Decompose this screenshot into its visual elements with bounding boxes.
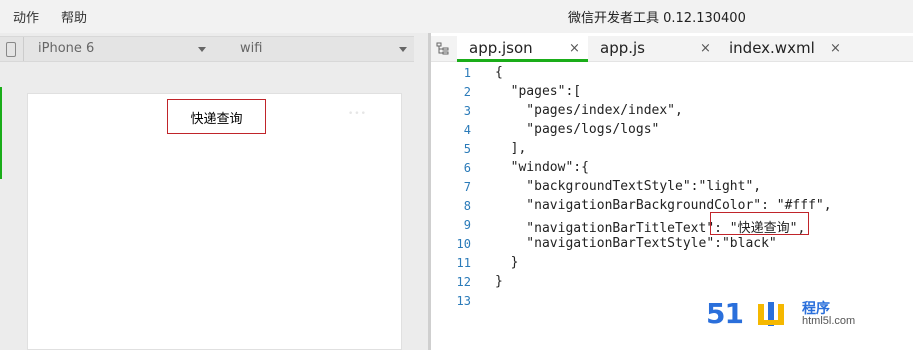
code-line: 2 "pages":[	[431, 84, 913, 103]
line-text: "pages/index/index",	[495, 103, 683, 118]
code-line: 9 "navigationBarTitleText": "快递查询",	[431, 217, 913, 236]
line-text: }	[495, 274, 503, 289]
line-text: "pages/logs/logs"	[495, 122, 660, 137]
logo-51: 51	[706, 297, 744, 330]
file-tree-icon[interactable]	[436, 42, 450, 56]
simulator-toolbar: iPhone 6 wifi	[0, 36, 414, 62]
active-indicator	[0, 87, 2, 179]
code-line: 10 "navigationBarTextStyle":"black"	[431, 236, 913, 255]
tab-label: app.js	[600, 39, 645, 57]
line-number: 10	[456, 237, 471, 251]
line-number: 1	[463, 66, 471, 80]
menu-item-action[interactable]: 动作	[13, 7, 39, 26]
code-line: 6 "window":{	[431, 160, 913, 179]
tab-app-js[interactable]: app.js ×	[588, 36, 718, 62]
close-icon[interactable]: ×	[830, 41, 841, 56]
close-icon[interactable]: ×	[569, 41, 580, 56]
title-text-highlight	[710, 212, 809, 235]
line-number: 4	[463, 123, 471, 137]
menubar: 动作 帮助 微信开发者工具 0.12.130400	[0, 0, 913, 33]
chevron-down-icon[interactable]	[399, 47, 407, 52]
tab-label: app.json	[469, 39, 533, 57]
logo-mark-icon	[758, 302, 784, 326]
tab-label: index.wxml	[729, 39, 815, 57]
app-title: 微信开发者工具 0.12.130400	[568, 11, 746, 26]
code-line: 8 "navigationBarBackgroundColor": "#fff"…	[431, 198, 913, 217]
line-text: "navigationBarTextStyle":"black"	[495, 236, 777, 251]
line-number: 9	[463, 218, 471, 232]
tab-bar: app.json × app.js × index.wxml ×	[431, 36, 913, 62]
nav-title-highlight: 快递查询	[167, 99, 266, 134]
line-text: "backgroundTextStyle":"light",	[495, 179, 762, 194]
code-line: 4 "pages/logs/logs"	[431, 122, 913, 141]
code-line: 11 }	[431, 255, 913, 274]
code-line: 7 "backgroundTextStyle":"light",	[431, 179, 913, 198]
chevron-down-icon[interactable]	[198, 47, 206, 52]
line-number: 8	[463, 199, 471, 213]
phone-screen[interactable]: 快递查询 •••	[27, 93, 402, 350]
line-number: 12	[456, 275, 471, 289]
watermark-logo: 51 程序 html5l.com	[706, 300, 876, 330]
line-text: }	[495, 255, 519, 270]
code-line: 3 "pages/index/index",	[431, 103, 913, 122]
tab-index-wxml[interactable]: index.wxml ×	[718, 36, 848, 62]
line-number: 3	[463, 104, 471, 118]
tab-app-json[interactable]: app.json ×	[457, 36, 588, 62]
line-text: "window":{	[495, 160, 589, 175]
network-select[interactable]: wifi	[240, 41, 262, 56]
code-line: 5 ],	[431, 141, 913, 160]
line-number: 11	[456, 256, 471, 270]
device-select[interactable]: iPhone 6	[38, 41, 94, 56]
toolbar-divider	[23, 37, 24, 61]
capsule-menu-icon[interactable]: •••	[348, 109, 367, 119]
line-text: "navigationBarBackgroundColor": "#fff",	[495, 198, 832, 213]
simulator-panel: iPhone 6 wifi 快递查询 •••	[0, 33, 428, 350]
code-line: 12}	[431, 274, 913, 293]
line-number: 6	[463, 161, 471, 175]
menu-item-help[interactable]: 帮助	[61, 7, 87, 26]
logo-url: html5l.com	[802, 315, 856, 327]
device-icon[interactable]	[6, 42, 16, 57]
line-number: 5	[463, 142, 471, 156]
line-number: 13	[456, 294, 471, 308]
close-icon[interactable]: ×	[700, 41, 711, 56]
code-line: 1{	[431, 65, 913, 84]
line-text: "pages":[	[495, 84, 582, 99]
line-number: 7	[463, 180, 471, 194]
navigation-bar-title: 快递查询	[190, 112, 243, 127]
line-text: {	[495, 65, 503, 80]
line-text: ],	[495, 141, 527, 156]
line-number: 2	[463, 85, 471, 99]
